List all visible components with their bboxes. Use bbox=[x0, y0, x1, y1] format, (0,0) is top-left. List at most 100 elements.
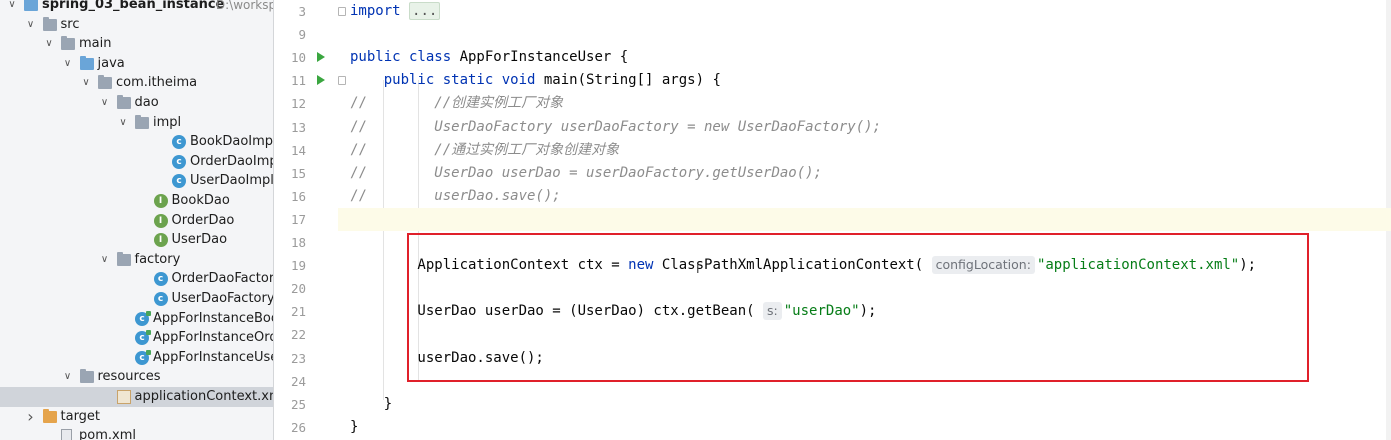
code-line[interactable]: public class AppForInstanceUser { bbox=[350, 46, 628, 69]
chevron-down-icon[interactable]: ∨ bbox=[62, 367, 74, 387]
line-number: 21 bbox=[290, 304, 306, 320]
tree-item[interactable]: ∨ resources bbox=[0, 367, 273, 387]
code-line[interactable]: import ... bbox=[350, 0, 441, 23]
chevron-down-icon[interactable]: ∨ bbox=[80, 73, 92, 93]
code-token: AppForInstanceUser { bbox=[459, 49, 629, 66]
code-line[interactable]: // //通过实例工厂对象创建对象 bbox=[350, 139, 619, 162]
tree-item-label: UserDaoFactory bbox=[171, 291, 274, 306]
code-token: //创建实例工厂对象 bbox=[366, 95, 564, 112]
tree-item-label: UserDaoImpl bbox=[190, 173, 274, 189]
tree-item-label: OrderDao bbox=[171, 212, 235, 228]
tree-item[interactable]: ∨ spring_03_bean_instanceD:\workspace bbox=[0, 0, 273, 15]
run-icon[interactable] bbox=[317, 52, 325, 63]
code-line[interactable]: public static void main(String[] args) { bbox=[350, 69, 721, 92]
line-number: 23 bbox=[290, 350, 306, 366]
tree-item-label: target bbox=[60, 408, 101, 424]
class-icon: c bbox=[172, 135, 186, 150]
code-line[interactable]: } bbox=[350, 393, 392, 416]
code-token: // bbox=[350, 118, 367, 135]
tree-item[interactable]: c OrderDaoFactory bbox=[0, 269, 273, 289]
tree-item[interactable]: cAppForInstanceOrder bbox=[0, 328, 273, 348]
tree-item[interactable]: ∨ com.itheima bbox=[0, 73, 273, 93]
code-token: public class bbox=[350, 49, 460, 66]
code-line[interactable]: // //创建实例工厂对象 bbox=[350, 92, 563, 115]
tree-item[interactable]: ∨ impl bbox=[0, 113, 273, 133]
editor-gutter: 3 9 10 11 12 13 14 15 16 17 18 19 20 21 22 23 24 25 26 bbox=[274, 0, 346, 440]
line-number: 9 bbox=[298, 27, 306, 43]
tree-item[interactable]: I OrderDao bbox=[0, 211, 273, 231]
chevron-down-icon[interactable]: ∨ bbox=[117, 113, 129, 133]
line-number: 26 bbox=[290, 419, 306, 435]
chevron-down-icon[interactable]: ∨ bbox=[99, 93, 111, 113]
line-number: 18 bbox=[290, 235, 306, 250]
class-icon: c bbox=[153, 272, 168, 287]
interface-icon: I bbox=[153, 233, 168, 248]
tree-item-label: main bbox=[79, 36, 112, 52]
chevron-down-icon[interactable]: ∨ bbox=[6, 0, 18, 15]
tree-item-label: resources bbox=[97, 369, 161, 385]
line-number: 19 bbox=[290, 258, 306, 274]
tree-item[interactable]: pom.xml bbox=[0, 426, 273, 440]
chevron-down-icon[interactable]: ∨ bbox=[62, 54, 74, 74]
tree-item[interactable]: ∨ src bbox=[0, 15, 273, 35]
folder-icon bbox=[135, 114, 149, 129]
code-line[interactable]: // UserDao userDao = userDaoFactory.getU… bbox=[350, 162, 822, 185]
line-number: 16 bbox=[290, 188, 306, 204]
folder-icon bbox=[116, 251, 131, 266]
tree-item[interactable]: ∨ main bbox=[0, 34, 273, 54]
interface-icon: I bbox=[153, 194, 168, 208]
folder-icon bbox=[61, 36, 75, 51]
code-token: UserDao userDao = userDaoFactory.getUser… bbox=[366, 164, 823, 181]
code-token: public static void bbox=[383, 72, 544, 89]
tree-item[interactable]: ∨ java bbox=[0, 54, 273, 74]
line-number: 24 bbox=[290, 373, 306, 389]
folder-icon bbox=[79, 55, 94, 70]
tree-item[interactable]: ∨ dao bbox=[0, 93, 273, 113]
chevron-down-icon[interactable]: ∨ bbox=[99, 250, 111, 270]
code-line[interactable]: // userDao.save(); bbox=[350, 185, 561, 208]
code-line[interactable]: // UserDaoFactory userDaoFactory = new U… bbox=[350, 116, 881, 139]
tree-item[interactable]: › target bbox=[0, 407, 273, 427]
folder-icon bbox=[42, 16, 57, 31]
tree-item[interactable]: ∨ factory bbox=[0, 250, 273, 270]
code-token: import bbox=[350, 3, 410, 19]
main-class-icon: c bbox=[135, 349, 151, 365]
tree-item-label: OrderDaoImpl bbox=[190, 153, 274, 169]
file-icon bbox=[61, 429, 72, 440]
code-token: //通过实例工厂对象创建对象 bbox=[366, 141, 620, 158]
line-number: 22 bbox=[290, 327, 306, 343]
main-class-icon: c bbox=[135, 310, 151, 326]
class-icon: c bbox=[153, 292, 168, 306]
line-number: 12 bbox=[290, 96, 306, 112]
code-token: // bbox=[350, 141, 367, 158]
tree-item[interactable]: c OrderDaoImpl bbox=[0, 152, 273, 172]
tree-item[interactable]: c AppForInstanceUser bbox=[0, 348, 273, 368]
tree-item-label: dao bbox=[134, 95, 159, 110]
tree-item-label: java bbox=[97, 55, 125, 71]
code-token: main(String[] args) { bbox=[543, 72, 721, 89]
tree-item-label: BookDao bbox=[171, 193, 230, 208]
tree-item[interactable]: c BookDaoImpl bbox=[0, 132, 273, 152]
tree-item-path: D:\workspace bbox=[215, 0, 273, 12]
xml-file-icon bbox=[116, 390, 131, 404]
tree-item[interactable]: I BookDao bbox=[0, 191, 273, 211]
text-cursor-icon: I bbox=[696, 262, 700, 276]
tree-item-label: src bbox=[60, 16, 80, 32]
chevron-down-icon[interactable]: ∨ bbox=[25, 15, 37, 35]
tree-item[interactable]: c UserDaoFactory bbox=[0, 289, 273, 309]
chevron-down-icon[interactable]: ∨ bbox=[43, 34, 55, 54]
folder-icon bbox=[116, 95, 131, 109]
tree-item-label: AppForInstanceBook bbox=[153, 310, 274, 326]
interface-icon: I bbox=[153, 213, 168, 228]
code-line[interactable]: } bbox=[350, 416, 358, 439]
tree-item[interactable]: I UserDao bbox=[0, 230, 273, 250]
line-number: 3 bbox=[298, 4, 306, 19]
chevron-right-icon[interactable]: › bbox=[25, 407, 37, 427]
tree-item[interactable]: c UserDaoImpl bbox=[0, 171, 273, 191]
tree-item[interactable]: c AppForInstanceBook bbox=[0, 309, 273, 329]
line-number: 20 bbox=[290, 281, 306, 297]
line-number: 25 bbox=[290, 396, 306, 412]
tree-item[interactable]: applicationContext.xml bbox=[0, 387, 273, 407]
run-icon[interactable] bbox=[317, 75, 325, 86]
